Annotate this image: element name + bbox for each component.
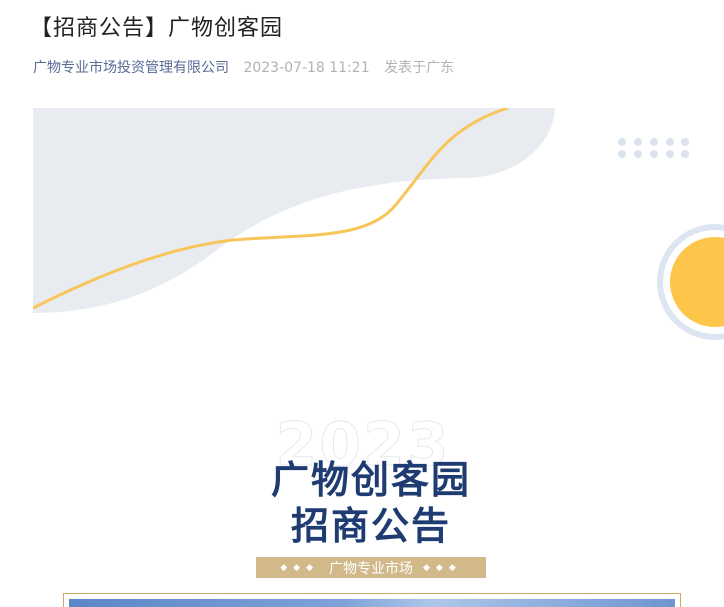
diamond-icon: ◆◆◆ [280, 562, 319, 573]
ribbon-text: 广物专业市场 [329, 560, 413, 577]
poster-ribbon: ◆◆◆ 广物专业市场 ◆◆◆ [256, 557, 486, 578]
photo-frame [63, 593, 681, 607]
article-meta: 广物专业市场投资管理有限公司 2023-07-18 11:21 发表于广东 [33, 57, 454, 77]
article-title: 【招商公告】广物创客园 [30, 16, 284, 41]
diamond-icon: ◆◆◆ [423, 562, 462, 573]
poster-headline-2: 招商公告 [290, 504, 451, 548]
publish-location: 发表于广东 [384, 60, 455, 76]
sky-photo [69, 599, 675, 607]
poster-headline-1: 广物创客园 [270, 458, 471, 502]
author-link[interactable]: 广物专业市场投资管理有限公司 [33, 60, 229, 76]
publish-datetime: 2023-07-18 11:21 [243, 60, 370, 76]
poster-image: 2023 广物创客园 招商公告 ◆◆◆ 广物专业市场 ◆◆◆ [33, 108, 724, 607]
